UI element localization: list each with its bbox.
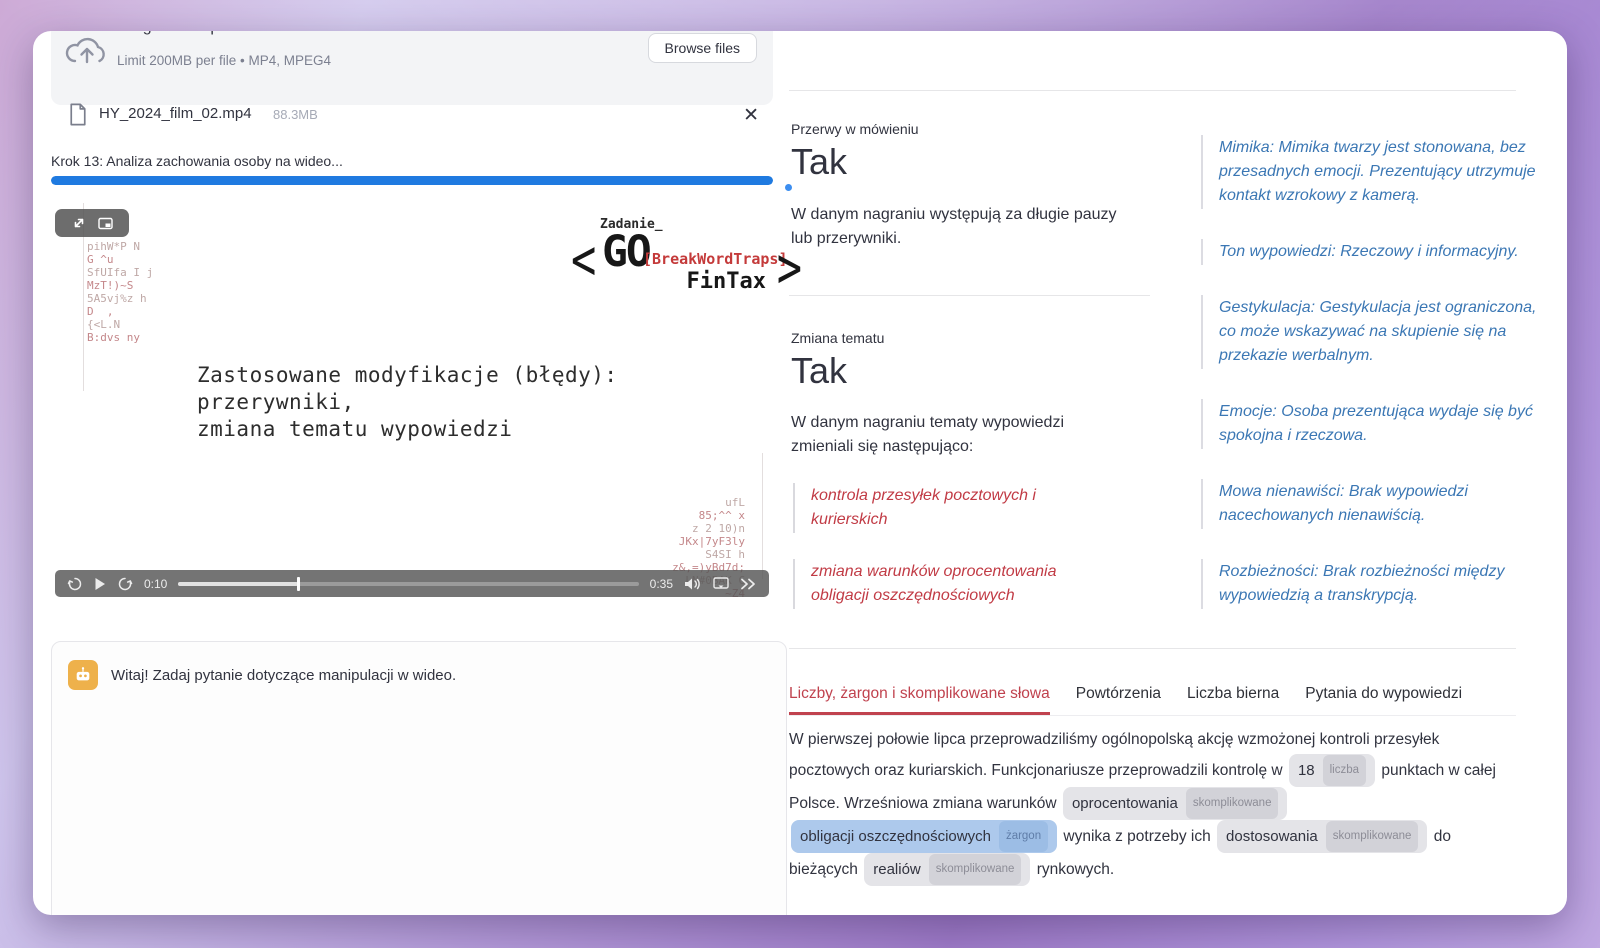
highlight-complex-pill: dostosowania skomplikowane xyxy=(1217,820,1427,853)
app-window: Drag and drop file here Limit 200MB per … xyxy=(33,31,1567,915)
highlight-tag: skomplikowane xyxy=(929,854,1022,885)
observation-quote: Ton wypowiedzi: Rzeczowy i informacyjny. xyxy=(1201,239,1549,265)
noise-line: SfUIfa I j xyxy=(87,266,153,279)
duration-time: 0:35 xyxy=(650,577,673,591)
topic-change-metric-value: Tak xyxy=(791,350,847,392)
skip-next-icon[interactable] xyxy=(740,578,757,590)
highlight-tag: liczba xyxy=(1323,755,1366,786)
brand-logo: Zadanie_ < GO [BreakWordTraps] FinTax > xyxy=(516,217,806,309)
noise-line: S4SI h xyxy=(672,548,745,561)
caption-line: zmiana tematu wypowiedzi xyxy=(197,416,618,443)
topic-quote: kontrola przesyłek pocztowych i kuriersk… xyxy=(793,483,1113,533)
noise-line: pihW*P N xyxy=(87,240,153,253)
video-player[interactable]: pihW*P NG ^uSfUIfa I jMzT!)~S5A5vj%z hD … xyxy=(51,195,773,601)
highlight-tag: skomplikowane xyxy=(1186,788,1279,819)
file-size: 88.3MB xyxy=(273,107,318,122)
noise-line: JKx|7yF3ly xyxy=(672,535,745,548)
highlight-jargon-pill: obligacji oszczędnościowych żargon xyxy=(791,820,1057,853)
tab-3[interactable]: Pytania do wypowiedzi xyxy=(1305,679,1462,715)
caption-line: przerywniki, xyxy=(197,389,618,416)
browse-files-button[interactable]: Browse files xyxy=(648,33,757,63)
noise-line: G ^u xyxy=(87,253,153,266)
pauses-description: W danym nagraniu występują za długie pau… xyxy=(791,203,1121,251)
logo-left-angle: < xyxy=(571,226,596,292)
highlight-complex-pill: oprocentowania skomplikowane xyxy=(1063,787,1288,820)
topic-change-metric-label: Zmiana tematu xyxy=(791,330,884,346)
divider xyxy=(789,90,1516,91)
transcript-paragraph: W pierwszej połowie lipca przeprowadzili… xyxy=(789,725,1519,886)
tab-0[interactable]: Liczby, żargon i skomplikowane słowa xyxy=(789,679,1050,715)
analysis-panel: Przerwy w mówieniu Tak W danym nagraniu … xyxy=(789,31,1516,915)
status-dot xyxy=(785,184,792,191)
highlight-number-pill: 18 liczba xyxy=(1289,754,1375,787)
fullscreen-icon[interactable] xyxy=(72,216,86,230)
highlight-tag: skomplikowane xyxy=(1326,821,1419,852)
caption-line: Zastosowane modyfikacje (błędy): xyxy=(197,362,618,389)
file-name: HY_2024_film_02.mp4 xyxy=(99,105,252,122)
seek-bar[interactable] xyxy=(178,582,638,586)
video-frame-line-right xyxy=(762,453,763,579)
observation-quote: Emocje: Osoba prezentująca wydaje się by… xyxy=(1201,399,1549,449)
noise-line: {<L.N xyxy=(87,318,153,331)
highlight-complex-pill: realiów skomplikowane xyxy=(864,853,1030,886)
volume-icon[interactable] xyxy=(684,577,702,591)
topic-list: kontrola przesyłek pocztowych i kuriersk… xyxy=(793,483,1113,635)
noise-line: ufL xyxy=(672,496,745,509)
noise-line: MzT!)~S xyxy=(87,279,153,292)
observation-quote: Rozbieżności: Brak rozbieżności między w… xyxy=(1201,559,1549,609)
analysis-progress-bar xyxy=(51,176,773,185)
play-icon[interactable] xyxy=(94,577,106,591)
divider xyxy=(789,648,1516,649)
highlight-word: 18 xyxy=(1298,756,1315,785)
pauses-metric-value: Tak xyxy=(791,141,847,183)
progress-step-label: Krok 13: Analiza zachowania osoby na wid… xyxy=(51,153,343,169)
chat-container: Witaj! Zadaj pytanie dotyczące manipulac… xyxy=(51,641,787,915)
noise-line: B:dvs ny xyxy=(87,331,153,344)
tab-2[interactable]: Liczba bierna xyxy=(1187,679,1279,715)
current-time: 0:10 xyxy=(144,577,167,591)
upload-limit-label: Limit 200MB per file • MP4, MPEG4 xyxy=(117,53,331,68)
highlight-word: realiów xyxy=(873,855,921,884)
divider xyxy=(789,295,1150,296)
seek-bar-fill xyxy=(178,582,298,586)
chat-message: Witaj! Zadaj pytanie dotyczące manipulac… xyxy=(52,642,786,708)
file-uploader-dropzone[interactable]: Drag and drop file here Limit 200MB per … xyxy=(51,31,773,105)
cast-screen-icon[interactable] xyxy=(713,577,729,590)
observation-list: Mimika: Mimika twarzy jest stonowana, be… xyxy=(1201,135,1549,639)
drag-drop-label: Drag and drop file here xyxy=(117,31,281,36)
topic-quote: zmiana warunków oprocentowania obligacji… xyxy=(793,559,1113,609)
highlight-tag: żargon xyxy=(999,821,1048,852)
chat-message-text: Witaj! Zadaj pytanie dotyczące manipulac… xyxy=(111,667,456,684)
uploaded-file-row: HY_2024_film_02.mp4 88.3MB ✕ xyxy=(51,101,773,131)
logo-breakwordtraps-text: [BreakWordTraps] xyxy=(643,250,788,268)
highlight-word: oprocentowania xyxy=(1072,789,1178,818)
observation-quote: Mimika: Mimika twarzy jest stonowana, be… xyxy=(1201,135,1549,209)
rewind-icon[interactable] xyxy=(67,576,83,592)
logo-fintax-text: FinTax xyxy=(687,269,766,294)
video-overlay-controls xyxy=(55,209,129,237)
noise-line: z 2 10)n xyxy=(672,522,745,535)
file-icon xyxy=(69,103,87,131)
video-controls-bar: 0:10 0:35 xyxy=(55,570,769,597)
picture-in-picture-icon[interactable] xyxy=(98,217,113,230)
highlight-word: obligacji oszczędnościowych xyxy=(800,822,991,851)
observation-quote: Gestykulacja: Gestykulacja jest ogranicz… xyxy=(1201,295,1549,369)
observation-quote: Mowa nienawiści: Brak wypowiedzi nacecho… xyxy=(1201,479,1549,529)
robot-avatar-icon xyxy=(68,660,98,690)
forward-icon[interactable] xyxy=(117,576,133,592)
noise-line: 85;^^ x xyxy=(672,509,745,522)
noise-line: D , xyxy=(87,305,153,318)
remove-file-button[interactable]: ✕ xyxy=(737,101,765,131)
upload-cloud-icon xyxy=(65,36,109,73)
highlight-word: dostosowania xyxy=(1226,822,1318,851)
video-caption: Zastosowane modyfikacje (błędy):przerywn… xyxy=(197,362,618,443)
topic-change-description: W danym nagraniu tematy wypowiedzi zmien… xyxy=(791,411,1121,459)
desktop-background: Drag and drop file here Limit 200MB per … xyxy=(0,0,1600,948)
analysis-progress-fill xyxy=(51,176,773,185)
seek-handle[interactable] xyxy=(297,577,300,591)
tab-1[interactable]: Powtórzenia xyxy=(1076,679,1161,715)
pauses-metric-label: Przerwy w mówieniu xyxy=(791,121,919,137)
noise-line: 5A5vj%z h xyxy=(87,292,153,305)
tabs: Liczby, żargon i skomplikowane słowa Powt… xyxy=(789,679,1516,716)
